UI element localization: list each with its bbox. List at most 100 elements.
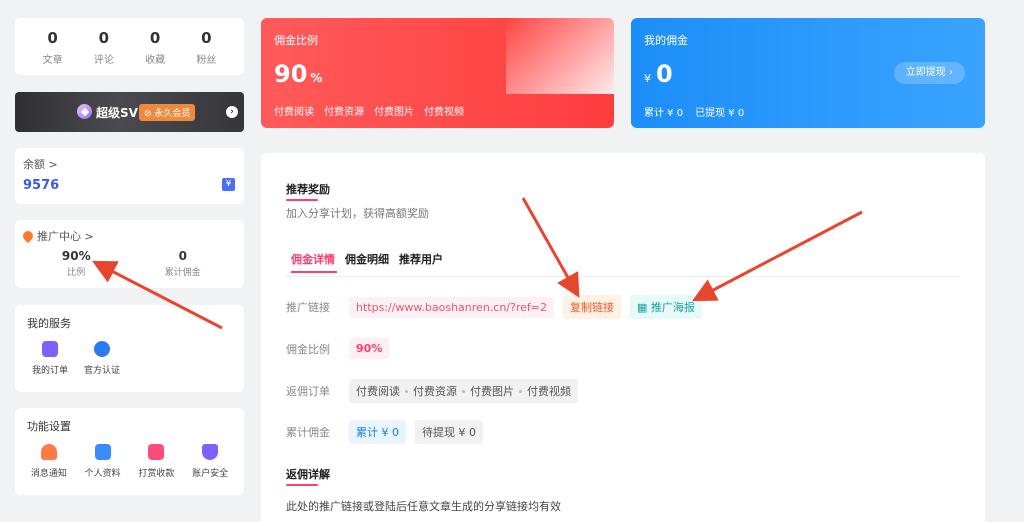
poster-button-label: 推广海报 bbox=[650, 301, 695, 314]
stat-comments[interactable]: 0 评论 bbox=[84, 28, 124, 66]
setting-tips[interactable]: 打赏收款 bbox=[135, 444, 179, 479]
bell-icon bbox=[40, 444, 57, 460]
card-glare bbox=[506, 18, 614, 94]
stat-value: 0 bbox=[149, 28, 161, 47]
promo-rate-label: 比例 bbox=[67, 268, 86, 278]
stat-label: 评论 bbox=[93, 54, 114, 66]
tabs: 佣金详情 佣金明细 推荐用户 bbox=[291, 251, 443, 273]
promo-center-title: 推广中心 > bbox=[37, 230, 94, 243]
order-type: 付费视频 bbox=[527, 385, 571, 398]
copy-link-button[interactable]: 复制链接 bbox=[563, 295, 621, 319]
detail-note: 此处的推广链接或登陆后任意文章生成的分享链接均有效 bbox=[286, 500, 561, 513]
section-subtitle: 加入分享计划，获得高额奖励 bbox=[286, 207, 429, 220]
setting-label: 打赏收款 bbox=[138, 469, 175, 479]
settings-title: 功能设置 bbox=[27, 420, 71, 433]
setting-profile[interactable]: 个人资料 bbox=[81, 444, 125, 479]
rate-link[interactable]: 付费阅读 bbox=[274, 103, 314, 118]
user-stats-card: 0 文章 0 评论 0 收藏 0 粉丝 bbox=[15, 18, 244, 75]
rate-row: 佣金比例 90% bbox=[286, 338, 398, 359]
rate-card-value: 90 bbox=[274, 60, 308, 88]
gift-icon bbox=[148, 444, 165, 460]
accum-value: 累计 ¥ 0 bbox=[349, 420, 406, 444]
settings-card: 功能设置 消息通知 个人资料 打赏收款 账户安全 bbox=[15, 408, 244, 495]
tab-referred-users[interactable]: 推荐用户 bbox=[399, 251, 443, 267]
setting-security[interactable]: 账户安全 bbox=[188, 444, 232, 479]
section-title: 推荐奖励 bbox=[286, 183, 330, 201]
orders-row: 返佣订单 付费阅读 付费资源 付费图片 付费视频 bbox=[286, 379, 578, 403]
poster-button[interactable]: ▦ 推广海报 bbox=[630, 295, 702, 319]
comm-card-value: 0 bbox=[656, 60, 673, 88]
stat-label: 文章 bbox=[42, 54, 63, 66]
rate-card-title: 佣金比例 bbox=[274, 34, 318, 47]
my-commission-card: 我的佣金 ¥0 累计 ¥ 0 已提现 ¥ 0 立即提现 › bbox=[631, 18, 985, 128]
row-label: 累计佣金 bbox=[286, 426, 330, 439]
tab-commission-records[interactable]: 佣金明细 bbox=[345, 251, 389, 267]
my-services-card: 我的服务 我的订单 官方认证 bbox=[15, 305, 244, 392]
dot bbox=[462, 389, 465, 393]
row-label: 返佣订单 bbox=[286, 385, 330, 398]
service-verification[interactable]: 官方认证 bbox=[79, 341, 125, 376]
order-types: 付费阅读 付费资源 付费图片 付费视频 bbox=[349, 379, 578, 403]
fire-icon bbox=[20, 228, 36, 244]
comm-card-title: 我的佣金 bbox=[644, 34, 688, 47]
balance-title: 余额 > bbox=[23, 158, 58, 171]
promo-total: 0 累计佣金 bbox=[130, 249, 237, 278]
rate-card-unit: % bbox=[310, 71, 323, 85]
setting-label: 账户安全 bbox=[192, 469, 229, 479]
rate-link[interactable]: 付费资源 bbox=[324, 103, 364, 118]
service-label: 官方认证 bbox=[83, 366, 120, 376]
dot bbox=[405, 389, 408, 393]
stat-label: 粉丝 bbox=[196, 54, 217, 66]
setting-label: 个人资料 bbox=[84, 469, 121, 479]
referral-panel: 推荐奖励 加入分享计划，获得高额奖励 佣金详情 佣金明细 推荐用户 推广链接 h… bbox=[261, 153, 985, 522]
service-orders[interactable]: 我的订单 bbox=[27, 341, 73, 376]
setting-label: 消息通知 bbox=[30, 469, 67, 479]
stat-articles[interactable]: 0 文章 bbox=[33, 28, 73, 66]
balance-value: 9576 bbox=[23, 178, 60, 193]
wallet-icon: ¥ bbox=[222, 178, 235, 191]
tab-commission-details[interactable]: 佣金详情 bbox=[291, 251, 337, 273]
svip-banner[interactable]: 超级SVIP ⊘ 永久会员 › bbox=[15, 92, 244, 132]
promo-total-value: 0 bbox=[178, 249, 187, 263]
pending-value: 待提现 ¥ 0 bbox=[415, 420, 483, 444]
qrcode-icon: ▦ bbox=[637, 301, 651, 314]
rate-card-links: 付费阅读 付费资源 付费图片 付费视频 bbox=[274, 103, 464, 118]
stat-value: 0 bbox=[98, 28, 110, 47]
shield-icon bbox=[202, 444, 219, 460]
diamond-icon bbox=[77, 104, 92, 119]
stat-favorites[interactable]: 0 收藏 bbox=[135, 28, 175, 66]
promo-rate: 90% 比例 bbox=[23, 249, 130, 278]
promo-center-link[interactable]: 推广中心 > bbox=[20, 228, 236, 244]
comm-withdrawn: 已提现 ¥ 0 bbox=[695, 108, 745, 119]
order-type: 付费阅读 bbox=[356, 385, 400, 398]
comm-card-value-wrap: ¥0 bbox=[644, 60, 673, 88]
stat-value: 0 bbox=[201, 28, 212, 47]
promo-center-card: 推广中心 > 90% 比例 0 累计佣金 bbox=[15, 220, 244, 288]
promo-total-label: 累计佣金 bbox=[164, 268, 201, 278]
rate-link[interactable]: 付费图片 bbox=[374, 103, 414, 118]
order-type: 付费图片 bbox=[470, 385, 514, 398]
services-title: 我的服务 bbox=[27, 317, 71, 330]
stat-value: 0 bbox=[47, 28, 58, 47]
user-card-icon bbox=[94, 444, 111, 460]
balance-card[interactable]: 余额 > 9576 ¥ bbox=[15, 148, 244, 204]
order-type: 付费资源 bbox=[413, 385, 457, 398]
comm-card-summary: 累计 ¥ 0 已提现 ¥ 0 bbox=[644, 104, 744, 119]
svip-badge: ⊘ 永久会员 bbox=[139, 104, 196, 121]
service-label: 我的订单 bbox=[31, 366, 68, 376]
divider bbox=[286, 276, 960, 277]
clipboard-icon bbox=[42, 341, 58, 357]
detail-title: 返佣详解 bbox=[286, 468, 330, 486]
rate-link[interactable]: 付费视频 bbox=[424, 103, 464, 118]
withdraw-button[interactable]: 立即提现 › bbox=[893, 62, 965, 84]
promo-rate-value: 90% bbox=[61, 249, 91, 263]
row-label: 佣金比例 bbox=[286, 342, 330, 356]
stat-label: 收藏 bbox=[145, 54, 166, 66]
stat-fans[interactable]: 0 粉丝 bbox=[186, 28, 226, 66]
setting-notifications[interactable]: 消息通知 bbox=[27, 444, 71, 479]
dot bbox=[519, 389, 522, 393]
promo-link-url[interactable]: https://www.baoshanren.cn/?ref=2 bbox=[349, 296, 554, 318]
promo-link-row: 推广链接 https://www.baoshanren.cn/?ref=2 复制… bbox=[286, 295, 711, 319]
rate-value: 90% bbox=[349, 338, 390, 359]
comm-accum: 累计 ¥ 0 bbox=[644, 108, 684, 119]
